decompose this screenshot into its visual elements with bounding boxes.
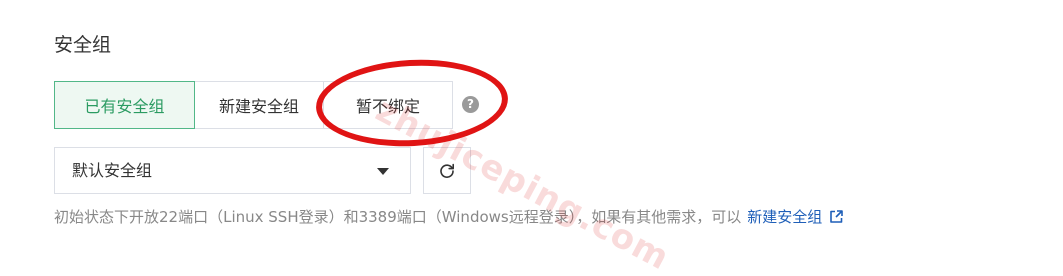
section-title: 安全组 (54, 34, 112, 56)
new-security-group-label: 新建安全组 (218, 97, 299, 116)
security-group-hint: 初始状态下开放22端口（Linux SSH登录）和3389端口（Windows远… (54, 203, 844, 229)
question-circle-icon[interactable]: ? (462, 96, 479, 113)
refresh-icon (440, 163, 454, 178)
new-security-group-link[interactable]: 新建安全组 (747, 206, 822, 227)
external-link-icon[interactable] (829, 209, 844, 224)
existing-security-group-button[interactable]: 已有安全组 (54, 81, 195, 129)
security-group-section: 安全组 已有安全组 新建安全组 暂不绑定 ? 默认安全组 初始状态下开放22端口… (0, 0, 1063, 276)
existing-security-group-label: 已有安全组 (84, 97, 165, 116)
caret-down-icon (377, 168, 389, 175)
security-group-select[interactable]: 默认安全组 (54, 147, 411, 194)
hint-text: 初始状态下开放22端口（Linux SSH登录）和3389端口（Windows远… (54, 207, 742, 226)
new-security-group-button[interactable]: 新建安全组 (194, 81, 324, 129)
security-group-select-value: 默认安全组 (72, 161, 153, 180)
refresh-button[interactable] (423, 147, 471, 194)
no-bind-button[interactable]: 暂不绑定 (323, 81, 453, 129)
no-bind-label: 暂不绑定 (355, 97, 420, 116)
